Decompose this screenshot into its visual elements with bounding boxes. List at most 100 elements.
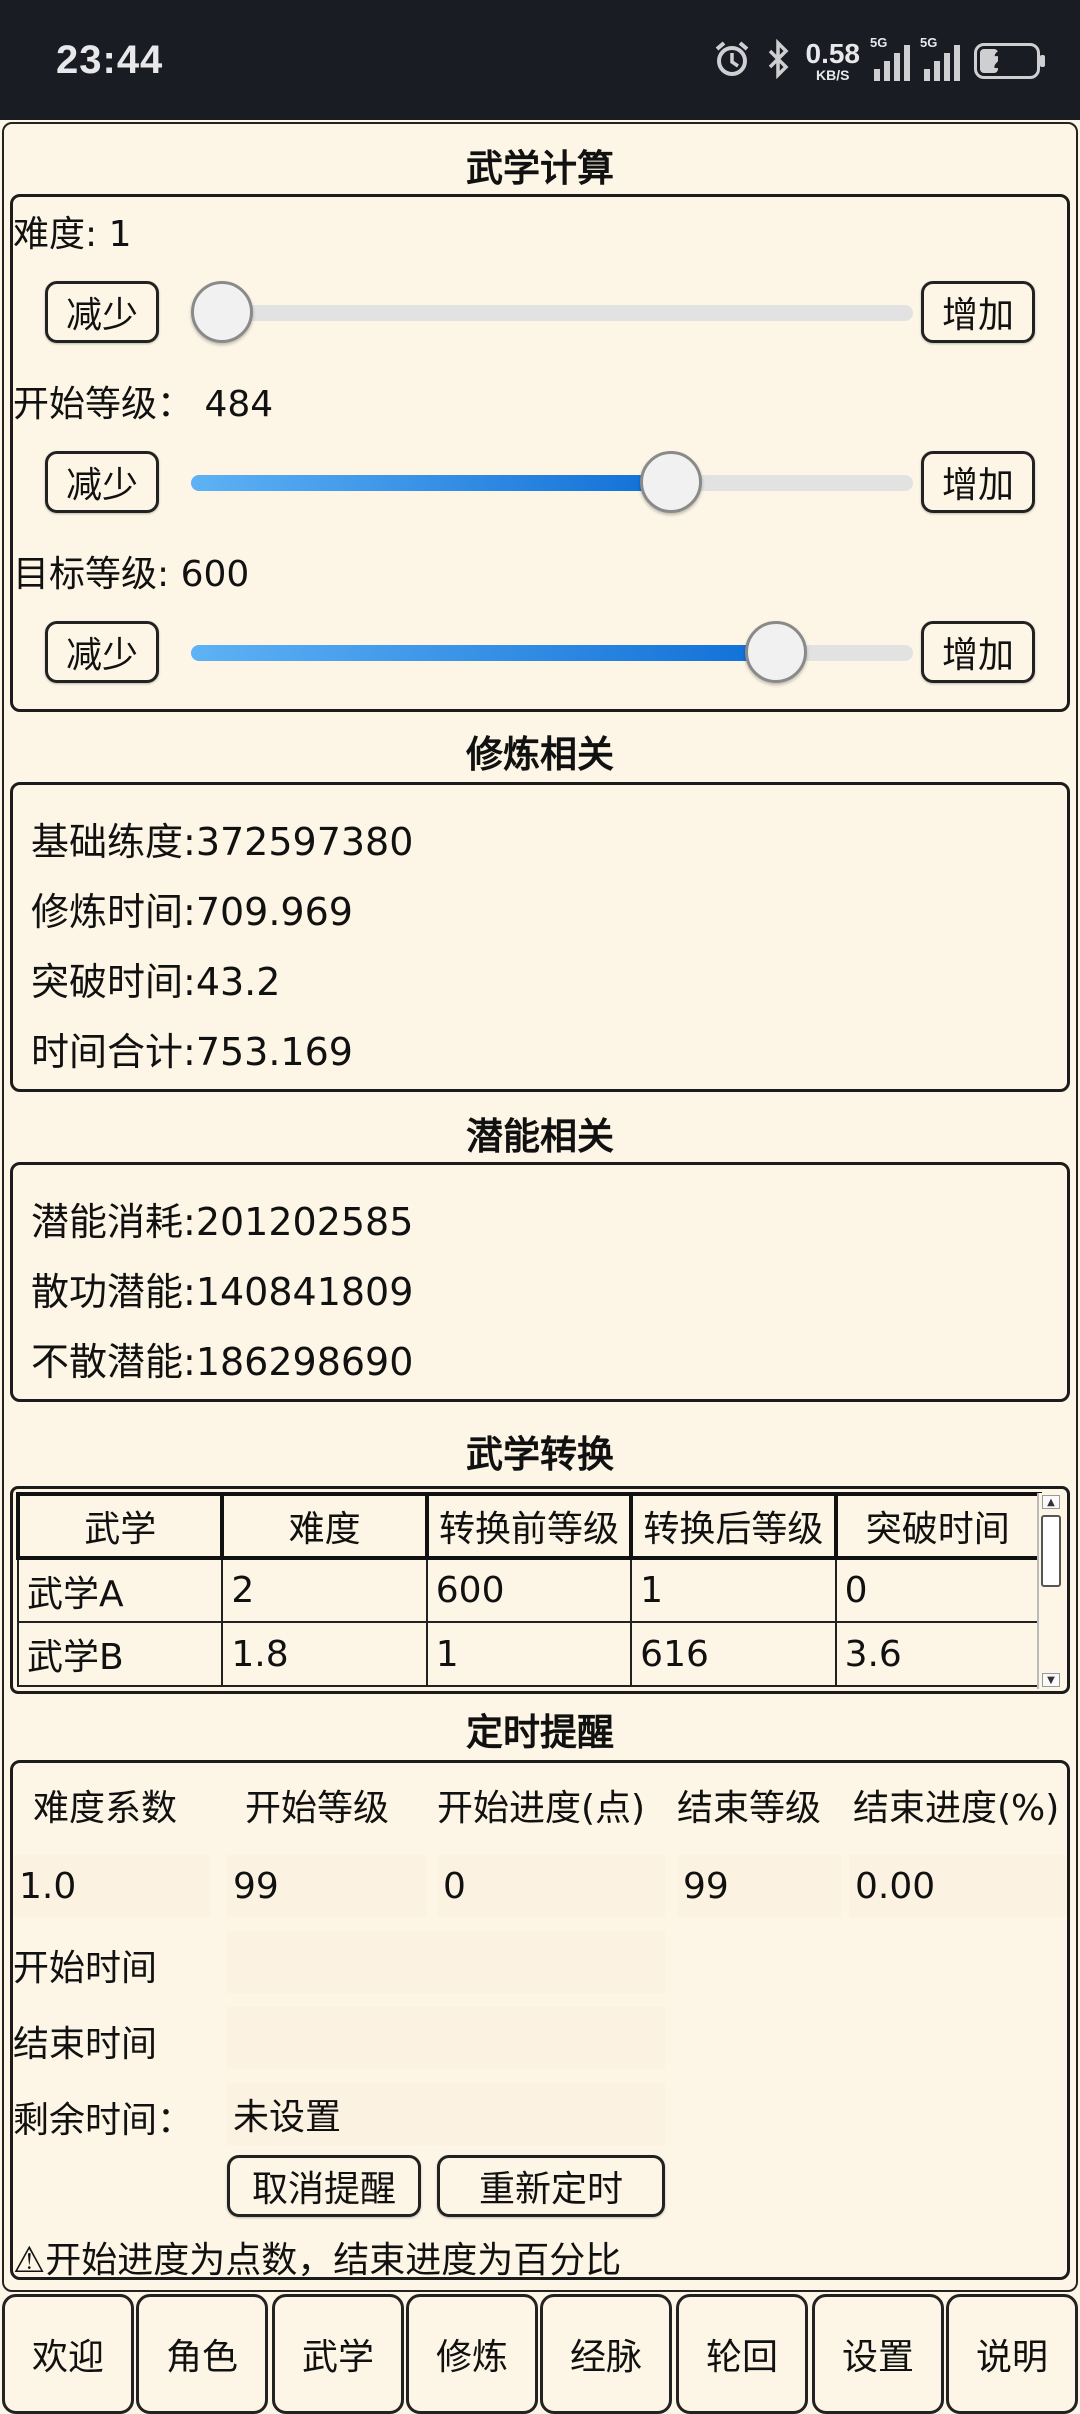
kept-potential-value: 186298690 <box>195 1340 414 1384</box>
difficulty-row: 难度: 1 <box>13 205 132 257</box>
kept-potential-label: 不散潜能: <box>31 1340 196 1384</box>
difficulty-decrease-button[interactable]: 减少 <box>45 281 159 343</box>
column-header: 难度 <box>220 1492 429 1560</box>
conversion-table: 武学 难度 转换前等级 转换后等级 突破时间 武学A 2 600 1 0 武学B <box>15 1492 1043 1687</box>
calc-panel: 难度: 1 减少 增加 开始等级： 484 减少 增加 目标等级: 600 减少 <box>10 194 1070 712</box>
break-time-value: 43.2 <box>195 960 281 1004</box>
end-time-label: 结束时间 <box>13 2024 158 2065</box>
start-level-row: 开始等级： 484 <box>13 375 273 427</box>
sim1-label: 5G <box>870 35 888 50</box>
battery-level: 25 <box>993 47 1021 74</box>
calc-section-title: 武学计算 <box>466 147 614 190</box>
difficulty-coef-input[interactable]: 1.0 <box>13 1855 211 1917</box>
nav-help-button[interactable]: 说明 <box>946 2294 1078 2414</box>
potential-consume-label: 潜能消耗: <box>31 1200 196 1244</box>
target-level-decrease-button[interactable]: 减少 <box>45 621 159 683</box>
slider-thumb[interactable] <box>745 621 808 683</box>
table-cell: 616 <box>630 1621 837 1687</box>
nav-character-button[interactable]: 角色 <box>136 2294 268 2414</box>
target-level-slider[interactable] <box>181 621 913 683</box>
start-level-header: 开始等级 <box>245 1788 390 1829</box>
end-level-header: 结束等级 <box>677 1788 822 1829</box>
difficulty-slider[interactable] <box>181 281 913 343</box>
dispersed-potential-row: 散功潜能:140841809 <box>31 1261 413 1316</box>
table-header-row: 武学 难度 转换前等级 转换后等级 突破时间 <box>15 1492 1043 1560</box>
start-level-slider[interactable] <box>181 451 913 513</box>
table-row[interactable]: 武学B 1.8 1 616 3.6 <box>16 1621 1042 1687</box>
nav-meridians-button[interactable]: 经脉 <box>540 2294 672 2414</box>
total-time-row: 时间合计:753.169 <box>31 1021 353 1076</box>
scrollbar-thumb[interactable] <box>1041 1515 1061 1587</box>
bottom-nav: 欢迎 角色 武学 修炼 经脉 轮回 设置 说明 <box>0 2294 1080 2414</box>
cancel-reminder-button[interactable]: 取消提醒 <box>227 2155 421 2217</box>
target-level-row: 目标等级: 600 <box>13 545 249 597</box>
training-section-title: 修炼相关 <box>466 733 614 776</box>
column-header: 转换前等级 <box>424 1492 634 1560</box>
train-time-row: 修炼时间:709.969 <box>31 881 353 936</box>
network-speed: 0.58 KB/S <box>806 40 861 83</box>
slider-thumb[interactable] <box>639 451 702 513</box>
nav-settings-button[interactable]: 设置 <box>812 2294 944 2414</box>
start-level-decrease-button[interactable]: 减少 <box>45 451 159 513</box>
bluetooth-icon <box>766 38 792 83</box>
difficulty-label: 难度: <box>13 214 98 255</box>
nav-training-button[interactable]: 修炼 <box>406 2294 538 2414</box>
difficulty-increase-button[interactable]: 增加 <box>921 281 1035 343</box>
table-cell[interactable]: 1.8 <box>221 1621 428 1687</box>
reset-timer-button[interactable]: 重新定时 <box>437 2155 665 2217</box>
base-practice-value: 372597380 <box>195 820 414 864</box>
dispersed-potential-value: 140841809 <box>195 1270 414 1314</box>
table-cell[interactable]: 2 <box>221 1557 428 1623</box>
remaining-time-value: 未设置 <box>227 2083 665 2145</box>
signal-icon: 5G <box>870 35 910 81</box>
reminder-section-title: 定时提醒 <box>466 1711 614 1754</box>
difficulty-coef-header: 难度系数 <box>33 1788 178 1829</box>
alarm-icon <box>712 39 752 83</box>
slider-fill <box>191 645 777 661</box>
start-level-increase-button[interactable]: 增加 <box>921 451 1035 513</box>
nav-reincarnation-button[interactable]: 轮回 <box>676 2294 808 2414</box>
scroll-down-icon[interactable]: ▼ <box>1042 1673 1060 1687</box>
table-cell: 3.6 <box>834 1621 1042 1687</box>
start-progress-input[interactable]: 0 <box>437 1855 665 1917</box>
training-panel: 基础练度:372597380 修炼时间:709.969 突破时间:43.2 时间… <box>10 782 1070 1092</box>
slider-thumb[interactable] <box>191 281 253 343</box>
potential-consume-value: 201202585 <box>195 1200 414 1244</box>
table-cell: 武学B <box>16 1621 224 1687</box>
potential-panel: 潜能消耗:201202585 散功潜能:140841809 不散潜能:18629… <box>10 1162 1070 1402</box>
table-cell: 武学A <box>16 1557 224 1623</box>
end-progress-input[interactable]: 0.00 <box>849 1855 1067 1917</box>
table-scrollbar[interactable]: ▲ ▼ <box>1037 1493 1063 1689</box>
remaining-time-label: 剩余时间： <box>13 2100 194 2141</box>
end-time-field <box>227 2007 665 2069</box>
column-header: 转换后等级 <box>629 1492 838 1560</box>
reminder-panel: 难度系数 开始等级 开始进度(点) 结束等级 结束进度(%) 1.0 99 0 … <box>10 1760 1070 2281</box>
start-level-input[interactable]: 99 <box>227 1855 427 1917</box>
conversion-table-container[interactable]: 武学 难度 转换前等级 转换后等级 突破时间 武学A 2 600 1 0 武学B <box>10 1486 1070 1694</box>
end-level-input[interactable]: 99 <box>677 1855 841 1917</box>
nav-welcome-button[interactable]: 欢迎 <box>2 2294 134 2414</box>
table-cell: 1 <box>630 1557 837 1623</box>
start-level-value: 484 <box>204 384 274 425</box>
train-time-label: 修炼时间: <box>31 890 196 934</box>
network-speed-unit: KB/S <box>816 67 850 83</box>
base-practice-label: 基础练度: <box>31 820 196 864</box>
dispersed-potential-label: 散功潜能: <box>31 1270 196 1314</box>
table-row[interactable]: 武学A 2 600 1 0 <box>16 1557 1042 1623</box>
break-time-row: 突破时间:43.2 <box>31 951 280 1006</box>
table-cell[interactable]: 1 <box>425 1621 633 1687</box>
column-header: 武学 <box>15 1492 225 1560</box>
difficulty-value: 1 <box>108 214 132 255</box>
scroll-up-icon[interactable]: ▲ <box>1042 1495 1060 1509</box>
target-level-label: 目标等级: <box>13 554 170 595</box>
nav-martial-arts-button[interactable]: 武学 <box>272 2294 404 2414</box>
status-bar: 23:44 0.58 KB/S 5G 5G 25 <box>0 0 1080 120</box>
target-level-increase-button[interactable]: 增加 <box>921 621 1035 683</box>
start-level-label: 开始等级： <box>13 384 194 425</box>
base-practice-row: 基础练度:372597380 <box>31 811 413 866</box>
total-time-label: 时间合计: <box>31 1030 196 1074</box>
potential-section-title: 潜能相关 <box>466 1115 614 1158</box>
start-time-field <box>227 1931 665 1993</box>
battery-icon: 25 <box>974 43 1045 79</box>
table-cell[interactable]: 600 <box>425 1557 633 1623</box>
